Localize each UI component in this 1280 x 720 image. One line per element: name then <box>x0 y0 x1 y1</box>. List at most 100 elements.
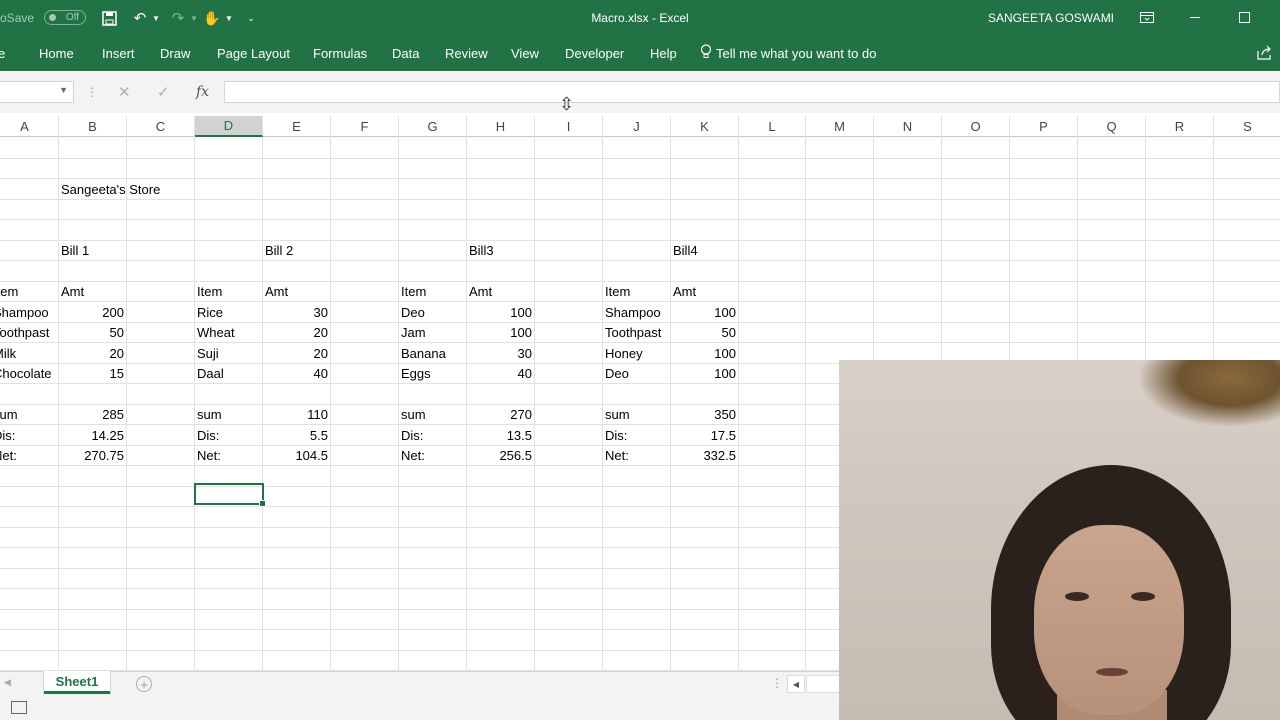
column-header-s[interactable]: S <box>1214 116 1280 137</box>
cell-h16[interactable]: 256.5 <box>467 445 534 465</box>
cell-e9[interactable]: 30 <box>263 302 330 322</box>
cell-k11[interactable]: 100 <box>671 343 738 363</box>
column-header-n[interactable]: N <box>874 116 942 137</box>
column-header-m[interactable]: M <box>806 116 874 137</box>
insert-function-icon[interactable]: fx <box>196 82 209 102</box>
cell-g15[interactable]: Dis: <box>399 425 466 445</box>
cell-j10[interactable]: Toothpast <box>603 322 670 342</box>
tab-sheet1[interactable]: Sheet1 <box>44 671 110 694</box>
column-header-p[interactable]: P <box>1010 116 1078 137</box>
cell-k16[interactable]: 332.5 <box>671 445 738 465</box>
tab-data[interactable]: Data <box>392 35 419 71</box>
cell-b16[interactable]: 270.75 <box>59 445 126 465</box>
cell-b11[interactable]: 20 <box>59 343 126 363</box>
cell-d16[interactable]: Net: <box>195 445 262 465</box>
tab-page-layout[interactable]: Page Layout <box>217 35 290 71</box>
cell-j15[interactable]: Dis: <box>603 425 670 445</box>
cell-j16[interactable]: Net: <box>603 445 670 465</box>
cell-a11[interactable]: Milk <box>0 343 58 363</box>
cell-a14[interactable]: sum <box>0 404 58 424</box>
cell-e6[interactable]: Bill 2 <box>263 240 466 260</box>
tab-review[interactable]: Review <box>445 35 488 71</box>
column-header-b[interactable]: B <box>59 116 127 137</box>
column-header-j[interactable]: J <box>603 116 671 137</box>
cell-h15[interactable]: 13.5 <box>467 425 534 445</box>
column-header-e[interactable]: E <box>263 116 331 137</box>
cell-a12[interactable]: Chocolate <box>0 363 58 383</box>
column-header-o[interactable]: O <box>942 116 1010 137</box>
cell-d10[interactable]: Wheat <box>195 322 262 342</box>
horizontal-scrollbar[interactable] <box>806 675 840 693</box>
cell-e16[interactable]: 104.5 <box>263 445 330 465</box>
tab-file[interactable]: e <box>0 35 5 71</box>
cell-d15[interactable]: Dis: <box>195 425 262 445</box>
cell-e12[interactable]: 40 <box>263 363 330 383</box>
cell-a10[interactable]: Toothpast <box>0 322 58 342</box>
cell-b6[interactable]: Bill 1 <box>59 240 262 260</box>
cell-d12[interactable]: Daal <box>195 363 262 383</box>
cell-k8[interactable]: Amt <box>671 281 1280 301</box>
column-header-h[interactable]: H <box>467 116 535 137</box>
minimize-icon[interactable] <box>1172 0 1218 35</box>
column-header-r[interactable]: R <box>1146 116 1214 137</box>
cell-e14[interactable]: 110 <box>263 404 330 424</box>
cell-b10[interactable]: 50 <box>59 322 126 342</box>
user-name[interactable]: SANGEETA GOSWAMI <box>988 0 1114 35</box>
cell-d14[interactable]: sum <box>195 404 262 424</box>
cell-g9[interactable]: Deo <box>399 302 466 322</box>
cell-g11[interactable]: Banana <box>399 343 466 363</box>
cell-k9[interactable]: 100 <box>671 302 738 322</box>
scroll-left-arrow-icon[interactable]: ◀ <box>787 675 805 693</box>
cell-j9[interactable]: Shampoo <box>603 302 670 322</box>
column-header-i[interactable]: I <box>535 116 603 137</box>
cell-h6[interactable]: Bill3 <box>467 240 670 260</box>
cell-g14[interactable]: sum <box>399 404 466 424</box>
tab-home[interactable]: Home <box>39 35 74 71</box>
cell-e10[interactable]: 20 <box>263 322 330 342</box>
name-box[interactable]: ▼ <box>0 81 74 103</box>
column-header-c[interactable]: C <box>127 116 195 137</box>
cell-k6[interactable]: Bill4 <box>671 240 1280 260</box>
cell-d8[interactable]: Item <box>195 281 262 301</box>
add-sheet-icon[interactable]: + <box>136 676 152 692</box>
cell-g12[interactable]: Eggs <box>399 363 466 383</box>
cell-b8[interactable]: Amt <box>59 281 194 301</box>
tab-insert[interactable]: Insert <box>102 35 135 71</box>
cell-b12[interactable]: 15 <box>59 363 126 383</box>
column-header-a[interactable]: A <box>0 116 59 137</box>
cell-a16[interactable]: Net: <box>0 445 58 465</box>
tab-help[interactable]: Help <box>650 35 677 71</box>
enter-icon[interactable]: ✓ <box>157 82 170 102</box>
cell-b14[interactable]: 285 <box>59 404 126 424</box>
cell-k14[interactable]: 350 <box>671 404 738 424</box>
formula-input[interactable] <box>224 81 1280 103</box>
column-header-d[interactable]: D <box>195 116 263 137</box>
cell-a15[interactable]: Dis: <box>0 425 58 445</box>
chevron-down-icon[interactable]: ▼ <box>59 85 68 95</box>
maximize-icon[interactable] <box>1221 0 1267 35</box>
column-header-f[interactable]: F <box>331 116 399 137</box>
cell-j12[interactable]: Deo <box>603 363 670 383</box>
column-header-g[interactable]: G <box>399 116 467 137</box>
cell-e11[interactable]: 20 <box>263 343 330 363</box>
cell-k15[interactable]: 17.5 <box>671 425 738 445</box>
cell-e15[interactable]: 5.5 <box>263 425 330 445</box>
share-icon[interactable] <box>1256 45 1272 61</box>
cell-j11[interactable]: Honey <box>603 343 670 363</box>
cell-h12[interactable]: 40 <box>467 363 534 383</box>
cell-h10[interactable]: 100 <box>467 322 534 342</box>
sheet-scroll-left-icon[interactable]: ◀ <box>4 677 11 688</box>
column-header-k[interactable]: K <box>671 116 739 137</box>
cell-g8[interactable]: Item <box>399 281 466 301</box>
cell-j14[interactable]: sum <box>603 404 670 424</box>
tab-split-handle[interactable]: ⋮ <box>771 676 783 690</box>
cell-e8[interactable]: Amt <box>263 281 398 301</box>
cell-h8[interactable]: Amt <box>467 281 602 301</box>
cell-j8[interactable]: Item <box>603 281 670 301</box>
cell-g10[interactable]: Jam <box>399 322 466 342</box>
cell-d11[interactable]: Suji <box>195 343 262 363</box>
tab-view[interactable]: View <box>511 35 539 71</box>
cell-b9[interactable]: 200 <box>59 302 126 322</box>
cell-g16[interactable]: Net: <box>399 445 466 465</box>
ribbon-display-options-icon[interactable] <box>1124 0 1170 35</box>
